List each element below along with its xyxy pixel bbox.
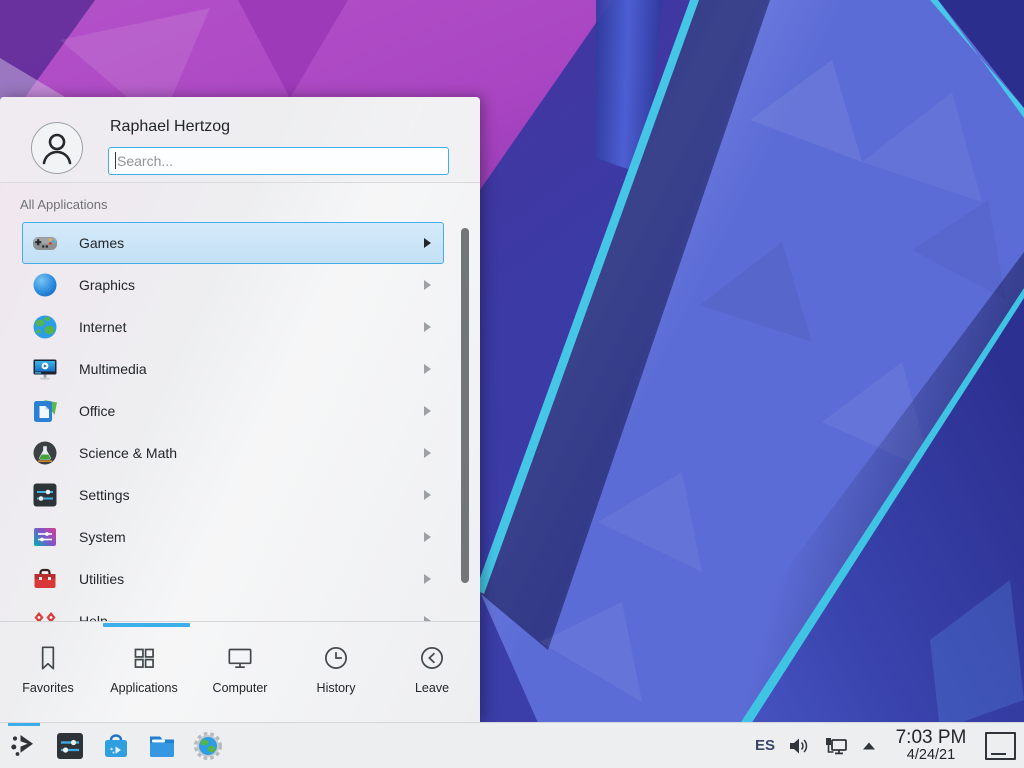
application-launcher-menu: Raphael Hertzog Search... All Applicatio… — [0, 97, 480, 722]
expand-tray-arrow-icon[interactable] — [861, 740, 877, 752]
submenu-arrow-icon — [424, 574, 431, 584]
category-label: Science & Math — [79, 445, 424, 461]
tab-label: Applications — [110, 681, 177, 695]
kde-launcher-icon — [8, 730, 40, 762]
tab-label: History — [317, 681, 356, 695]
system-settings-icon — [54, 730, 86, 762]
category-label: Office — [79, 403, 424, 419]
submenu-arrow-icon — [424, 490, 431, 500]
category-games[interactable]: Games — [22, 222, 444, 264]
submenu-arrow-icon — [424, 364, 431, 374]
application-launcher-button[interactable] — [8, 730, 40, 762]
submenu-arrow-icon — [424, 322, 431, 332]
category-help[interactable]: Help — [22, 600, 444, 621]
category-settings[interactable]: Settings — [22, 474, 444, 516]
list-scrollbar[interactable] — [461, 228, 469, 583]
system-tray: ES — [755, 728, 1016, 763]
globe-icon — [31, 313, 59, 341]
graphics-sphere-icon — [31, 271, 59, 299]
tab-label: Leave — [415, 681, 449, 695]
settings-sliders-icon — [31, 481, 59, 509]
category-label: Help — [79, 613, 424, 621]
show-desktop-icon — [991, 753, 1006, 755]
category-list: Games Graphics — [0, 222, 480, 621]
bookmark-icon — [32, 642, 64, 674]
submenu-arrow-icon — [424, 406, 431, 416]
tab-leave[interactable]: Leave — [384, 627, 480, 722]
digital-clock[interactable]: 7:03 PM 4/24/21 — [889, 728, 973, 763]
system-sliders-icon — [31, 523, 59, 551]
system-settings-button[interactable] — [54, 730, 86, 762]
submenu-arrow-icon — [424, 280, 431, 290]
grid-icon — [128, 642, 160, 674]
science-flask-icon — [31, 439, 59, 467]
category-label: Graphics — [79, 277, 424, 293]
search-input[interactable]: Search... — [108, 147, 449, 175]
discover-button[interactable] — [100, 730, 132, 762]
launcher-active-indicator — [8, 723, 40, 726]
category-multimedia[interactable]: Multimedia — [22, 348, 444, 390]
utilities-toolbox-icon — [31, 565, 59, 593]
office-document-icon — [31, 397, 59, 425]
person-icon — [34, 125, 80, 171]
user-avatar[interactable] — [31, 122, 83, 174]
multimedia-monitor-icon — [31, 355, 59, 383]
category-label: Utilities — [79, 571, 424, 587]
web-browser-button[interactable] — [192, 730, 224, 762]
show-desktop-button[interactable] — [985, 732, 1016, 760]
category-office[interactable]: Office — [22, 390, 444, 432]
submenu-arrow-icon — [424, 448, 431, 458]
leave-icon — [416, 642, 448, 674]
tab-label: Computer — [213, 681, 268, 695]
folder-icon — [146, 730, 178, 762]
category-utilities[interactable]: Utilities — [22, 558, 444, 600]
tab-label: Favorites — [22, 681, 73, 695]
category-label: Games — [79, 235, 424, 251]
discover-bag-icon — [100, 730, 132, 762]
help-icon — [31, 607, 59, 621]
tab-applications[interactable]: Applications — [96, 627, 192, 722]
category-graphics[interactable]: Graphics — [22, 264, 444, 306]
submenu-arrow-icon — [424, 532, 431, 542]
taskbar: ES — [0, 722, 1024, 768]
user-name: Raphael Hertzog — [110, 118, 230, 136]
section-label: All Applications — [20, 197, 107, 212]
category-system[interactable]: System — [22, 516, 444, 558]
launcher-tab-bar: Favorites Applications — [0, 621, 480, 722]
keyboard-layout-indicator[interactable]: ES — [755, 737, 775, 754]
volume-icon[interactable] — [787, 734, 811, 758]
category-label: Multimedia — [79, 361, 424, 377]
file-manager-button[interactable] — [146, 730, 178, 762]
tab-computer[interactable]: Computer — [192, 627, 288, 722]
launcher-header: Raphael Hertzog Search... — [0, 97, 480, 183]
clock-time: 7:03 PM — [889, 728, 973, 748]
clock-date: 4/24/21 — [889, 748, 973, 763]
category-science-math[interactable]: Science & Math — [22, 432, 444, 474]
network-icon[interactable] — [823, 734, 849, 758]
category-internet[interactable]: Internet — [22, 306, 444, 348]
gamepad-icon — [31, 229, 59, 257]
tab-favorites[interactable]: Favorites — [0, 627, 96, 722]
submenu-arrow-icon — [424, 238, 431, 248]
search-placeholder: Search... — [117, 153, 173, 169]
text-caret — [115, 152, 116, 169]
category-label: System — [79, 529, 424, 545]
desktop-screen: Raphael Hertzog Search... All Applicatio… — [0, 0, 1024, 768]
category-label: Settings — [79, 487, 424, 503]
category-label: Internet — [79, 319, 424, 335]
tab-bar-separator — [0, 621, 480, 622]
monitor-icon — [224, 642, 256, 674]
clock-icon — [320, 642, 352, 674]
globe-gear-icon — [192, 730, 224, 762]
tab-history[interactable]: History — [288, 627, 384, 722]
